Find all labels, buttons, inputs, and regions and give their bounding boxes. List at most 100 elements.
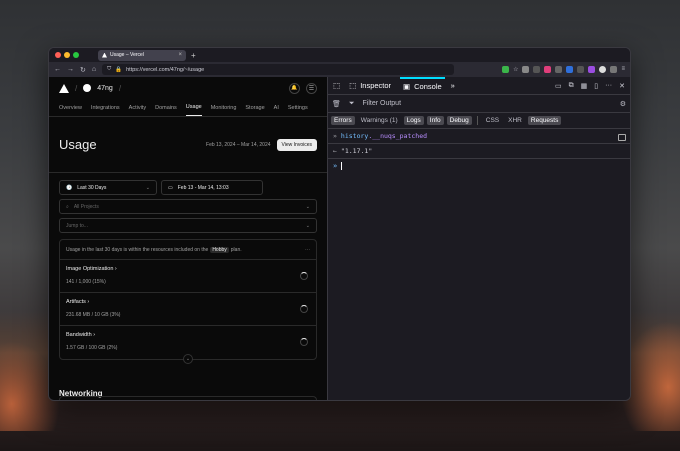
close-devtools-icon[interactable]: ✕	[619, 82, 625, 90]
settings-gear-icon[interactable]: ⚙	[620, 100, 626, 108]
projects-placeholder: All Projects	[73, 203, 99, 210]
expand-chevron-icon[interactable]: ⌄	[183, 354, 193, 364]
usage-item-title: Artifacts	[66, 299, 86, 305]
usage-item-value: 141 / 1,000 (15%)	[66, 279, 106, 285]
devtools-menu-icon[interactable]: ···	[605, 82, 612, 90]
date-select[interactable]: ▭ Feb 13 - Mar 14, 13:03	[161, 180, 263, 195]
networking-card	[59, 396, 317, 400]
extension-icon[interactable]	[555, 66, 563, 73]
tracking-protection-icon[interactable]: ⛉	[107, 66, 111, 73]
console-input[interactable]: »	[328, 159, 630, 173]
hint-text: Usage in the last 30 days is within the …	[66, 246, 209, 253]
url-text[interactable]: https://vercel.com/47ng/~/usage	[126, 67, 204, 73]
close-window-button[interactable]	[55, 52, 61, 58]
element-picker-icon[interactable]: ⬚	[333, 81, 340, 90]
hamburger-menu-icon[interactable]: ☰	[306, 82, 317, 94]
team-name[interactable]: 47ng	[97, 85, 113, 92]
browser-tab[interactable]: Usage – Vercel ×	[98, 49, 186, 61]
chevron-down-icon: ⌄	[305, 203, 310, 210]
device-icon[interactable]: ▯	[594, 82, 598, 90]
new-tab-button[interactable]: +	[191, 51, 196, 60]
browser-window: Usage – Vercel × + ← → ↻ ⌂ ⛉ 🔒 https://v…	[48, 47, 631, 401]
bookmark-star-icon[interactable]: ☆	[513, 66, 518, 73]
tab-strip: Usage – Vercel × +	[49, 48, 630, 62]
usage-item-artifacts[interactable]: Artifacts › 231.68 MB / 10 GB (3%)	[60, 293, 316, 326]
filter-errors[interactable]: Errors	[331, 116, 355, 125]
minimize-window-button[interactable]	[64, 52, 70, 58]
team-avatar[interactable]	[83, 84, 92, 92]
screenshot-icon[interactable]: ▭	[555, 82, 562, 90]
tab-domains[interactable]: Domains	[155, 105, 177, 116]
zoom-window-button[interactable]	[73, 52, 79, 58]
tab-usage[interactable]: Usage	[185, 104, 202, 116]
jump-to-select[interactable]: Jump to... ⌄	[59, 218, 317, 233]
vercel-logo-icon[interactable]	[59, 83, 69, 93]
responsive-design-icon[interactable]: ⧉	[569, 82, 574, 90]
tab-inspector[interactable]: ⬚ Inspector	[346, 77, 394, 94]
url-bar[interactable]: ⛉ 🔒 https://vercel.com/47ng/~/usage	[102, 64, 455, 75]
extension-icon[interactable]	[599, 66, 607, 73]
devtools-toolbar: ⬚ ⬚ Inspector ▣ Console » ▭ ⧉ ▦ ▯ ··· ✕	[328, 77, 630, 95]
dock-icon[interactable]: ▦	[581, 82, 588, 90]
console-input-entry[interactable]: » history.__nuqs_patched	[328, 129, 630, 144]
calendar-icon: ▭	[168, 184, 173, 191]
jump-row: Jump to... ⌄	[59, 218, 317, 233]
notifications-bell-icon[interactable]: 🔔	[289, 82, 300, 94]
filter-requests[interactable]: Requests	[527, 116, 562, 125]
more-options-icon[interactable]: ···	[305, 247, 310, 253]
console-result-entry[interactable]: ← "1.17.1"	[328, 144, 630, 159]
project-tabs: Overview Integrations Activity Domains U…	[49, 99, 327, 117]
projects-row: ⌕ All Projects ⌄	[59, 199, 317, 214]
filter-info[interactable]: Info	[426, 116, 444, 125]
nav-bar: ← → ↻ ⌂ ⛉ 🔒 https://vercel.com/47ng/~/us…	[49, 62, 630, 77]
tab-ai[interactable]: AI	[274, 105, 279, 116]
back-icon[interactable]: ←	[54, 66, 61, 73]
forward-icon[interactable]: →	[67, 66, 74, 73]
tab-settings[interactable]: Settings	[288, 105, 308, 116]
extensions-toolbar: ☆ ≡	[502, 66, 625, 73]
extension-icon[interactable]	[610, 66, 618, 73]
filter-output-input[interactable]: Filter Output	[363, 100, 402, 107]
filter-debug[interactable]: Debug	[446, 116, 472, 125]
clear-console-icon[interactable]: 🗑	[332, 100, 341, 108]
projects-select[interactable]: ⌕ All Projects ⌄	[59, 199, 317, 214]
result-arrow-icon: ←	[333, 147, 337, 155]
tab-overview[interactable]: Overview	[59, 105, 82, 116]
tab-monitoring[interactable]: Monitoring	[211, 105, 237, 116]
prompt-icon: »	[333, 162, 338, 170]
tab-storage[interactable]: Storage	[245, 105, 264, 116]
tab-integrations[interactable]: Integrations	[91, 105, 120, 116]
extension-icon[interactable]	[577, 66, 585, 73]
app-menu-icon[interactable]: ≡	[621, 66, 625, 73]
extension-icon[interactable]	[502, 66, 510, 73]
filter-logs[interactable]: Logs	[403, 116, 424, 125]
view-invoices-button[interactable]: View Invoices	[276, 138, 317, 151]
close-tab-icon[interactable]: ×	[178, 52, 182, 58]
period-select[interactable]: 🕓 Last 30 Days ⌄	[59, 180, 157, 195]
lock-icon[interactable]: 🔒	[115, 67, 122, 73]
filter-xhr[interactable]: XHR	[505, 116, 525, 125]
extension-icon[interactable]	[588, 66, 596, 73]
extension-icon[interactable]	[544, 66, 552, 73]
search-icon: ⌕	[66, 203, 69, 210]
tab-activity[interactable]: Activity	[129, 105, 146, 116]
reload-icon[interactable]: ↻	[80, 66, 86, 74]
tab-console[interactable]: ▣ Console	[400, 77, 445, 94]
divider	[476, 116, 478, 125]
extension-icon[interactable]	[533, 66, 541, 73]
extension-icon[interactable]	[522, 66, 530, 73]
usage-item-image-optimization[interactable]: Image Optimization › 141 / 1,000 (15%)	[60, 260, 316, 293]
usage-body: 🕓 Last 30 Days ⌄ ▭ Feb 13 - Mar 14, 13:0…	[49, 173, 327, 367]
filter-css[interactable]: CSS	[483, 116, 502, 125]
extension-icon[interactable]	[566, 66, 574, 73]
filter-row: 🕓 Last 30 Days ⌄ ▭ Feb 13 - Mar 14, 13:0…	[59, 180, 317, 195]
filter-warnings[interactable]: Warnings (1)	[358, 116, 401, 125]
chevron-down-icon: ⌄	[145, 184, 150, 191]
chevron-down-icon: ⌄	[305, 222, 310, 229]
more-tools-icon[interactable]: »	[451, 81, 455, 90]
inspector-label: Inspector	[360, 81, 392, 90]
console-label: Console	[414, 82, 442, 91]
home-icon[interactable]: ⌂	[92, 66, 96, 73]
console-icon: ▣	[403, 82, 411, 91]
split-console-icon[interactable]	[618, 134, 626, 141]
